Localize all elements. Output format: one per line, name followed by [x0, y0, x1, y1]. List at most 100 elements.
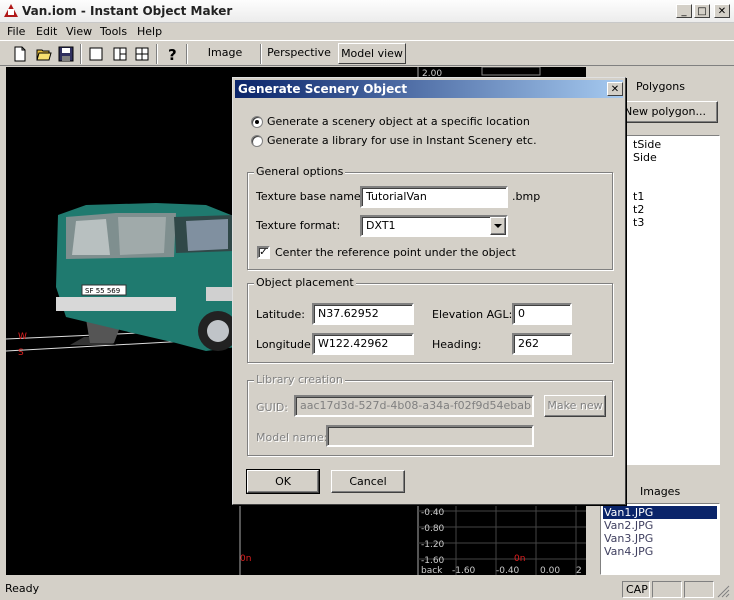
menu-edit[interactable]: Edit	[36, 25, 57, 38]
list-item[interactable]: Van2.JPG	[603, 519, 717, 532]
chevron-down-icon	[494, 224, 502, 228]
status-pane	[684, 581, 714, 598]
latitude-label: Latitude:	[256, 308, 305, 321]
plate-text: SF 55 569	[85, 287, 120, 295]
grid-y-label: -0.40	[421, 508, 445, 518]
object-placement-group: Object placement Latitude: N37.62952 Ele…	[247, 276, 613, 363]
list-item[interactable]: t3	[633, 216, 661, 229]
van-model: SF 55 569	[56, 203, 238, 351]
toolbar-separator	[186, 44, 188, 64]
close-button[interactable]: ✕	[714, 4, 730, 18]
axis-0n-label: 0n	[240, 554, 251, 564]
dialog-title: Generate Scenery Object	[238, 82, 408, 96]
new-polygon-button[interactable]: New polygon...	[612, 101, 718, 123]
resize-grip-icon[interactable]	[716, 584, 730, 598]
heading-label: Heading:	[432, 338, 482, 351]
window-title: Van.iom - Instant Object Maker	[22, 4, 233, 18]
grid-y-label: -1.20	[421, 540, 445, 550]
library-creation-group: Library creation GUID: aac17d3d-527d-4b0…	[247, 373, 613, 456]
general-options-title: General options	[254, 165, 346, 178]
single-view-icon[interactable]	[86, 44, 106, 64]
polygons-label: Polygons	[636, 80, 685, 93]
cancel-button[interactable]: Cancel	[331, 470, 405, 493]
quad-view-icon[interactable]	[132, 44, 152, 64]
grid-y-label: -0.80	[421, 524, 445, 534]
svg-text:?: ?	[168, 46, 177, 62]
new-file-icon[interactable]	[10, 44, 30, 64]
menu-bar: File Edit View Tools Help	[0, 22, 734, 40]
grid-x-label: -1.60	[452, 566, 476, 575]
heading-input[interactable]: 262	[512, 333, 572, 355]
list-item[interactable]: t2	[633, 203, 661, 216]
image-list[interactable]: Van1.JPG Van2.JPG Van3.JPG Van4.JPG	[600, 503, 720, 575]
images-label: Images	[640, 485, 681, 498]
center-reference-checkbox[interactable]: ✓	[257, 246, 270, 259]
toolbar-separator	[260, 44, 262, 64]
status-pane	[652, 581, 682, 598]
model-name-input[interactable]	[326, 425, 534, 447]
grid-x-label: back	[421, 566, 443, 575]
texture-base-name-input[interactable]: TutorialVan	[360, 186, 508, 208]
list-item[interactable]: Van4.JPG	[603, 545, 717, 558]
split-view-icon[interactable]	[110, 44, 130, 64]
radio-library-label[interactable]: Generate a library for use in Instant Sc…	[267, 134, 537, 147]
make-new-button[interactable]: Make new	[544, 395, 606, 417]
menu-help[interactable]: Help	[137, 25, 162, 38]
guid-label: GUID:	[256, 401, 288, 414]
help-question-icon[interactable]: ?	[162, 44, 182, 64]
center-reference-label[interactable]: Center the reference point under the obj…	[275, 246, 516, 259]
grid-y-label: -1.60	[421, 556, 445, 566]
list-item[interactable]: Side	[633, 151, 661, 164]
minimize-button[interactable]: _	[676, 4, 692, 18]
list-item[interactable]: t1	[633, 190, 661, 203]
elevation-input[interactable]: 0	[512, 303, 572, 325]
generate-scenery-dialog: Generate Scenery Object ✕ Generate a sce…	[232, 77, 626, 505]
longitude-label: Longitude:	[256, 338, 315, 351]
open-folder-icon[interactable]	[34, 44, 54, 64]
tab-model-view[interactable]: Model view	[338, 43, 406, 64]
grid-x-label: -0.40	[496, 566, 520, 575]
toolbar-separator	[80, 44, 82, 64]
axis-s-label: S	[18, 348, 24, 358]
status-bar: Ready CAP	[0, 578, 734, 600]
maximize-button[interactable]: □	[694, 4, 710, 18]
save-disk-icon[interactable]	[56, 44, 76, 64]
radio-library[interactable]	[251, 135, 263, 147]
general-options-group: General options Texture base name: Tutor…	[247, 165, 613, 270]
window-titlebar: Van.iom - Instant Object Maker _ □ ✕	[0, 0, 734, 23]
tab-perspective[interactable]: Perspective	[264, 43, 334, 64]
list-item-selected[interactable]: Van1.JPG	[603, 506, 717, 519]
menu-file[interactable]: File	[7, 25, 25, 38]
dialog-titlebar: Generate Scenery Object ✕	[235, 80, 623, 98]
texture-ext-label: .bmp	[512, 190, 541, 203]
axis-w-label: W	[18, 332, 27, 342]
guid-input[interactable]: aac17d3d-527d-4b08-a34a-f02f9d54ebab	[294, 395, 534, 417]
list-item[interactable]: Van3.JPG	[603, 532, 717, 545]
polygon-list-items: tSide Side t1 t2 t3	[633, 138, 661, 229]
object-placement-title: Object placement	[254, 276, 356, 289]
texture-base-name-label: Texture base name:	[256, 190, 365, 203]
texture-format-select[interactable]: DXT1	[360, 215, 508, 237]
longitude-input[interactable]: W122.42962	[312, 333, 414, 355]
texture-format-label: Texture format:	[256, 219, 341, 232]
library-creation-title: Library creation	[254, 373, 345, 386]
menu-tools[interactable]: Tools	[100, 25, 127, 38]
toolbar-separator	[156, 44, 158, 64]
grid-x-label: 2	[576, 566, 582, 575]
model-name-label: Model name:	[256, 431, 328, 444]
radio-specific-location[interactable]	[251, 116, 263, 128]
radio-specific-location-label[interactable]: Generate a scenery object at a specific …	[267, 115, 530, 128]
caps-indicator: CAP	[622, 581, 650, 598]
tab-image[interactable]: Image	[194, 43, 256, 64]
status-text: Ready	[5, 582, 40, 595]
texture-format-dropdown[interactable]	[490, 217, 506, 235]
menu-view[interactable]: View	[66, 25, 92, 38]
grid-x-label: 0.00	[540, 566, 560, 575]
ok-button[interactable]: OK	[246, 469, 320, 494]
list-item[interactable]: tSide	[633, 138, 661, 151]
app-icon	[4, 4, 18, 17]
latitude-input[interactable]: N37.62952	[312, 303, 414, 325]
dialog-close-button[interactable]: ✕	[607, 82, 623, 96]
elevation-label: Elevation AGL:	[432, 308, 513, 321]
axis-0n-label: 0n	[514, 554, 525, 564]
